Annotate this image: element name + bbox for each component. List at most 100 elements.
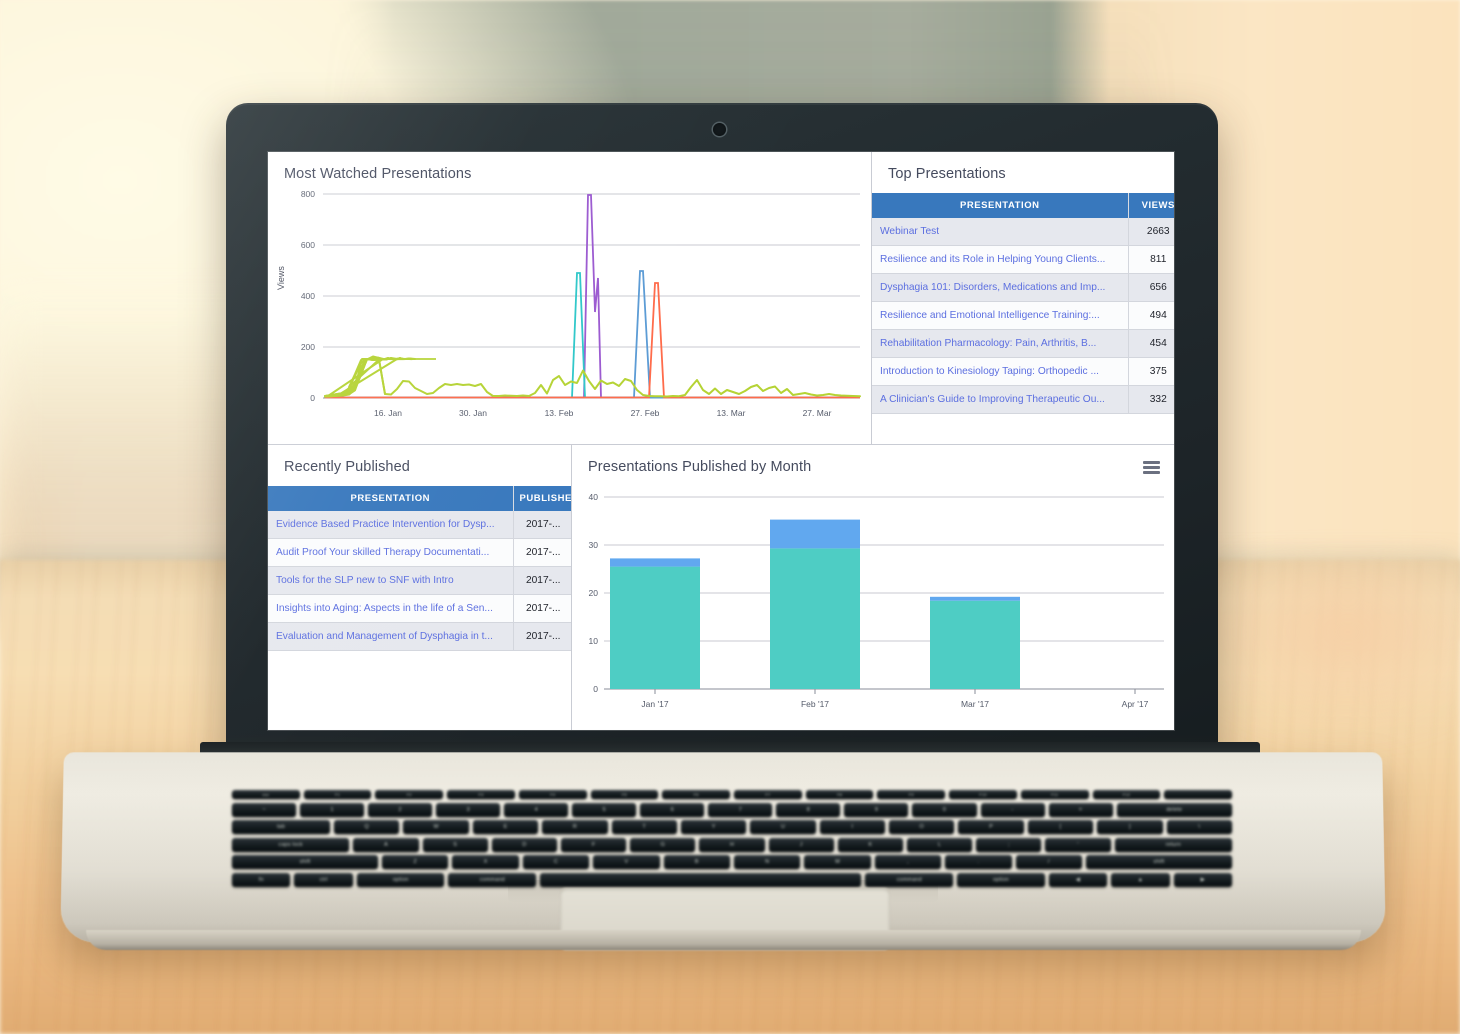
key-bracket-right[interactable]: ] [1097, 820, 1163, 834]
key-f12[interactable]: F12 [1092, 790, 1161, 799]
column-header-presentation[interactable]: PRESENTATION [872, 193, 1129, 218]
key-i[interactable]: I [819, 820, 886, 834]
key-2[interactable]: 2 [368, 802, 433, 817]
key-q[interactable]: Q [334, 820, 400, 834]
table-row[interactable]: Evidence Based Practice Intervention for… [268, 511, 571, 539]
table-row[interactable]: Audit Proof Your skilled Therapy Documen… [268, 538, 571, 567]
key-f2[interactable]: F2 [375, 790, 444, 799]
key-fn[interactable]: fn [232, 872, 291, 887]
key-v[interactable]: V [593, 855, 660, 869]
key-backslash[interactable]: \ [1166, 820, 1232, 834]
key-f9[interactable]: F9 [877, 790, 946, 799]
published-by-month-bar-chart[interactable]: 40 30 20 10 0 Jan '17 Feb '17 Mar '17 Ap… [572, 475, 1174, 725]
key-caps-lock[interactable]: caps lock [232, 837, 350, 852]
table-row[interactable]: Resilience and Emotional Intelligence Tr… [872, 301, 1174, 330]
key-n[interactable]: N [734, 855, 801, 869]
most-watched-line-chart[interactable]: Views 800 600 400 200 0 16. Jan 30. Jan … [268, 182, 872, 432]
key-3[interactable]: 3 [436, 802, 501, 817]
key-tab[interactable]: tab [232, 820, 331, 834]
key-control[interactable]: ctrl [294, 872, 353, 887]
cell-presentation[interactable]: Webinar Test [872, 218, 1129, 246]
key-arrow-left[interactable]: ◀ [1048, 872, 1108, 887]
table-row[interactable]: Webinar Test 2663 [872, 218, 1174, 246]
key-f10[interactable]: F10 [949, 790, 1017, 799]
key-bracket-left[interactable]: [ [1027, 820, 1094, 834]
key-9[interactable]: 9 [844, 802, 909, 817]
key-option-left[interactable]: option [356, 872, 445, 887]
key-4[interactable]: 4 [504, 802, 569, 817]
key-z[interactable]: Z [382, 855, 449, 869]
cell-presentation[interactable]: Tools for the SLP new to SNF with Intro [268, 566, 514, 595]
key-o[interactable]: O [889, 820, 955, 834]
key-shift-left[interactable]: shift [232, 855, 379, 869]
key-equals[interactable]: = [1048, 802, 1113, 817]
key-x[interactable]: X [452, 855, 519, 869]
key-f5[interactable]: F5 [590, 790, 659, 799]
key-p[interactable]: P [958, 820, 1024, 834]
key-power[interactable] [1164, 790, 1233, 799]
key-t[interactable]: T [611, 820, 677, 834]
key-command-right[interactable]: command [865, 872, 954, 887]
key-u[interactable]: U [750, 820, 816, 834]
cell-presentation[interactable]: Evaluation and Management of Dysphagia i… [268, 622, 514, 651]
hamburger-menu-icon[interactable] [1143, 461, 1160, 474]
key-0[interactable]: 0 [912, 802, 977, 817]
column-header-views[interactable]: VIEWS [1128, 193, 1174, 218]
key-g[interactable]: G [630, 837, 696, 852]
table-row[interactable]: Resilience and its Role in Helping Young… [872, 245, 1174, 274]
cell-presentation[interactable]: Audit Proof Your skilled Therapy Documen… [268, 538, 514, 567]
key-period[interactable]: . [945, 855, 1012, 869]
key-quote[interactable]: ' [1045, 837, 1111, 852]
key-6[interactable]: 6 [640, 802, 705, 817]
table-row[interactable]: Insights into Aging: Aspects in the life… [268, 594, 571, 623]
key-a[interactable]: A [353, 837, 419, 852]
key-j[interactable]: J [768, 837, 834, 852]
key-comma[interactable]: , [874, 855, 942, 869]
cell-presentation[interactable]: A Clinician's Guide to Improving Therape… [872, 385, 1129, 414]
key-semicolon[interactable]: ; [976, 837, 1042, 852]
key-d[interactable]: D [491, 837, 557, 852]
column-header-published[interactable]: PUBLISHED [513, 486, 571, 511]
key-r[interactable]: R [542, 820, 608, 834]
key-f7[interactable]: F7 [734, 790, 802, 799]
key-f11[interactable]: F11 [1020, 790, 1089, 799]
key-f[interactable]: F [560, 837, 627, 852]
table-row[interactable]: Introduction to Kinesiology Taping: Orth… [872, 357, 1174, 386]
key-w[interactable]: W [403, 820, 469, 834]
key-delete[interactable]: delete [1116, 802, 1232, 817]
key-c[interactable]: C [522, 855, 590, 869]
key-h[interactable]: H [699, 837, 765, 852]
key-f8[interactable]: F8 [805, 790, 874, 799]
key-return[interactable]: return [1114, 837, 1232, 852]
cell-presentation[interactable]: Introduction to Kinesiology Taping: Orth… [872, 357, 1129, 386]
key-tilde[interactable]: ~ [232, 802, 297, 817]
key-l[interactable]: L [907, 837, 973, 852]
key-esc[interactable]: esc [232, 790, 300, 799]
table-row[interactable]: Tools for the SLP new to SNF with Intro … [268, 566, 571, 595]
table-row[interactable]: Rehabilitation Pharmacology: Pain, Arthr… [872, 329, 1174, 358]
cell-presentation[interactable]: Insights into Aging: Aspects in the life… [268, 594, 514, 623]
table-row[interactable]: A Clinician's Guide to Improving Therape… [872, 385, 1174, 414]
cell-presentation[interactable]: Dysphagia 101: Disorders, Medications an… [872, 273, 1129, 302]
cell-presentation[interactable]: Resilience and its Role in Helping Young… [872, 245, 1129, 274]
key-f4[interactable]: F4 [518, 790, 587, 799]
key-m[interactable]: M [804, 855, 871, 869]
key-f3[interactable]: F3 [447, 790, 515, 799]
key-7[interactable]: 7 [708, 802, 773, 817]
key-b[interactable]: B [663, 855, 731, 869]
keyboard[interactable]: esc F1 F2 F3 F4 F5 F6 F7 F8 F9 F10 F11 F… [232, 790, 1233, 887]
key-minus[interactable]: - [980, 802, 1045, 817]
key-y[interactable]: Y [680, 820, 747, 834]
table-row[interactable]: Dysphagia 101: Disorders, Medications an… [872, 273, 1174, 302]
key-shift-right[interactable]: shift [1085, 855, 1233, 869]
table-row[interactable]: Evaluation and Management of Dysphagia i… [268, 622, 571, 651]
key-arrow-up[interactable]: ▲ [1111, 872, 1170, 887]
key-s[interactable]: S [422, 837, 488, 852]
key-k[interactable]: K [837, 837, 903, 852]
key-8[interactable]: 8 [776, 802, 841, 817]
key-slash[interactable]: / [1015, 855, 1082, 869]
column-header-presentation[interactable]: PRESENTATION [268, 486, 514, 511]
key-option-right[interactable]: option [957, 872, 1045, 887]
cell-presentation[interactable]: Rehabilitation Pharmacology: Pain, Arthr… [872, 329, 1129, 358]
key-f6[interactable]: F6 [662, 790, 731, 799]
